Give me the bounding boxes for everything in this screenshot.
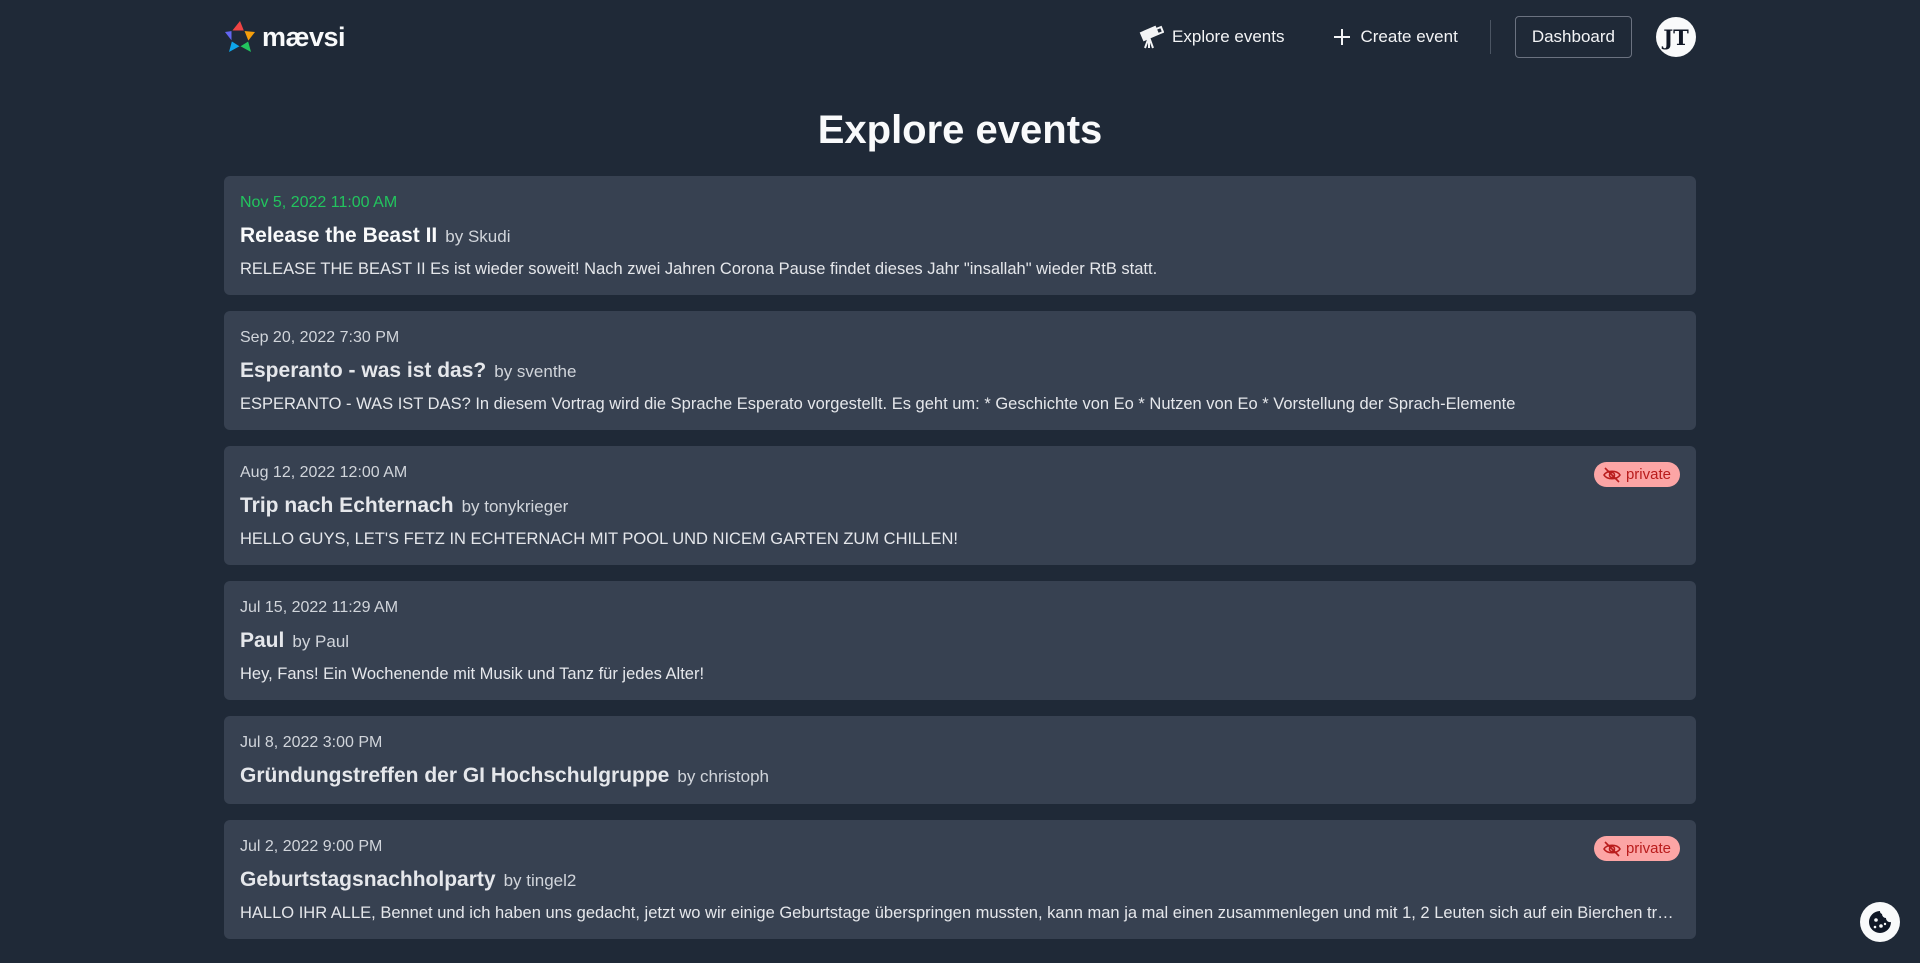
event-name: Paul: [240, 629, 285, 652]
cookie-settings-button[interactable]: [1860, 902, 1900, 942]
event-author: by sventhe: [494, 362, 577, 381]
page-title: Explore events: [817, 108, 1103, 152]
event-name: Geburtstagsnachholparty: [240, 868, 496, 891]
event-name: Release the Beast II: [240, 224, 438, 247]
plus-icon: [1334, 29, 1351, 45]
event-description: HELLO GUYS, LET'S FETZ IN ECHTERNACH MIT…: [240, 530, 958, 548]
event-date: Nov 5, 2022 11:00 AM: [240, 194, 398, 211]
event-date: Jul 8, 2022 3:00 PM: [240, 734, 383, 751]
event-list: Nov 5, 2022 11:00 AM Release the Beast I…: [224, 176, 1696, 955]
nav-divider: [1489, 20, 1491, 54]
event-description: ESPERANTO - WAS IST DAS? In diesem Vortr…: [240, 395, 1516, 413]
event-author: by tingel2: [503, 871, 577, 890]
explore-events-label: Explore events: [1172, 27, 1285, 46]
create-event-label: Create event: [1360, 27, 1458, 46]
create-event-link[interactable]: Create event: [1308, 27, 1481, 47]
event-card[interactable]: private Aug 12, 2022 12:00 AM Trip nach …: [224, 446, 1696, 565]
event-title-row: Release the Beast II by Skudi: [240, 224, 1680, 248]
event-title-row: Paul by Paul: [240, 629, 1680, 653]
private-label: private: [1625, 466, 1671, 483]
telescope-icon: [1139, 25, 1165, 49]
dashboard-button[interactable]: Dashboard: [1514, 16, 1632, 58]
event-title-row: Esperanto - was ist das? by sventhe: [240, 359, 1680, 383]
event-name: Gründungstreffen der GI Hochschulgruppe: [240, 764, 670, 787]
event-title-row: Trip nach Echternach by tonykrieger: [240, 494, 1680, 518]
event-card[interactable]: Jul 15, 2022 11:29 AM Paul by Paul Hey, …: [224, 581, 1696, 700]
event-author: by tonykrieger: [461, 497, 569, 516]
logo-text: mævsi: [262, 21, 346, 52]
private-badge: private: [1593, 836, 1680, 861]
site-header: mævsi Explore events Create event Dashbo…: [224, 0, 1696, 74]
event-date: Aug 12, 2022 12:00 AM: [240, 464, 408, 481]
event-name: Trip nach Echternach: [240, 494, 454, 517]
explore-events-link[interactable]: Explore events: [1114, 24, 1308, 50]
event-title-row: Geburtstagsnachholparty by tingel2: [240, 868, 1680, 892]
private-label: private: [1625, 840, 1671, 857]
event-author: by christoph: [677, 767, 770, 786]
logo[interactable]: mævsi: [224, 20, 346, 54]
event-description: Hey, Fans! Ein Wochenende mit Musik und …: [240, 665, 705, 683]
private-badge: private: [1593, 462, 1680, 487]
event-author: by Paul: [292, 632, 350, 651]
avatar[interactable]: JT: [1656, 17, 1696, 57]
logo-star-icon: [225, 21, 255, 52]
cookie-icon: [1869, 911, 1891, 933]
event-title-row: Gründungstreffen der GI Hochschulgruppe …: [240, 764, 1680, 788]
event-card[interactable]: Nov 5, 2022 11:00 AM Release the Beast I…: [224, 176, 1696, 295]
event-card[interactable]: Sep 20, 2022 7:30 PM Esperanto - was ist…: [224, 311, 1696, 430]
event-name: Esperanto - was ist das?: [240, 359, 487, 382]
event-author: by Skudi: [445, 227, 511, 246]
event-date: Sep 20, 2022 7:30 PM: [240, 329, 400, 346]
event-card[interactable]: private Jul 2, 2022 9:00 PM Geburtstagsn…: [224, 820, 1696, 939]
event-date: Jul 2, 2022 9:00 PM: [240, 838, 383, 855]
event-description: RELEASE THE BEAST II Es ist wieder sowei…: [240, 260, 1158, 278]
event-description: HALLO IHR ALLE, Bennet und ich haben uns…: [240, 904, 1680, 922]
event-date: Jul 15, 2022 11:29 AM: [240, 599, 399, 616]
eye-off-icon: [1603, 466, 1621, 483]
eye-off-icon: [1603, 840, 1621, 857]
main-nav: Explore events Create event Dashboard JT: [1114, 16, 1696, 58]
event-card[interactable]: Jul 8, 2022 3:00 PM Gründungstreffen der…: [224, 716, 1696, 804]
